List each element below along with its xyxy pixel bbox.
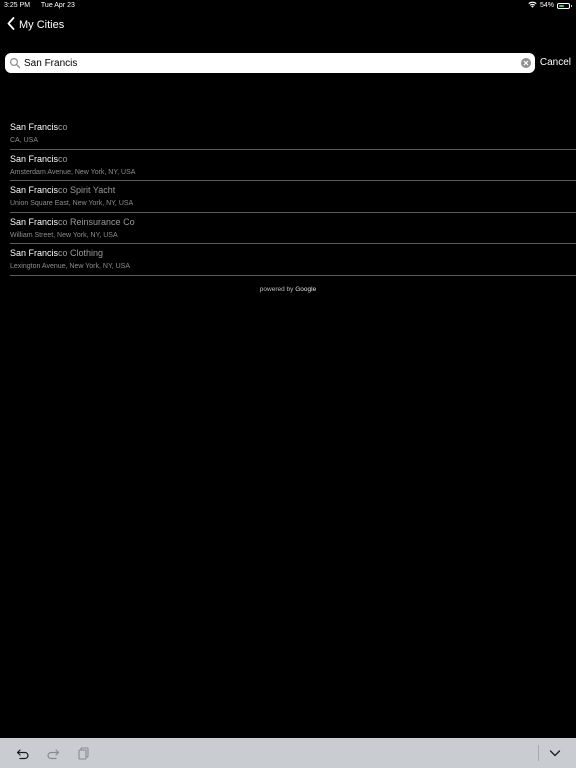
result-title: San Francisco [10, 154, 68, 164]
result-subtitle: Lexington Avenue, New York, NY, USA [10, 263, 130, 270]
result-item[interactable]: San Francisco CA, USA [10, 118, 576, 150]
result-subtitle: CA, USA [10, 137, 39, 144]
result-subtitle: Amsterdam Avenue, New York, NY, USA [10, 168, 136, 176]
result-title: San Francisco Clothing [10, 248, 103, 258]
back-label: My Cities [19, 19, 65, 31]
status-right: 54% [528, 1, 572, 10]
search-row: Cancel [5, 53, 571, 73]
toolbar-divider [538, 745, 539, 761]
result-title-rest: co Clothing [58, 248, 104, 258]
result-title-match: San Francis [10, 248, 59, 258]
search-icon [9, 57, 21, 69]
result-title-match: San Francis [10, 153, 59, 164]
keyboard-toolbar [0, 738, 576, 768]
result-title-match: San Francis [10, 185, 59, 195]
result-title-rest: co Reinsurance Co [58, 216, 135, 227]
result-title-match: San Francis [10, 122, 59, 132]
chevron-down-icon[interactable] [548, 746, 562, 760]
back-button[interactable]: My Cities [7, 17, 64, 33]
result-title-match: San Francis [10, 216, 59, 227]
result-item[interactable]: San Francisco Spirit Yacht Union Square … [10, 181, 576, 213]
result-title: San Francisco [10, 122, 68, 132]
status-bar: 3:25 PM Tue Apr 23 54% [0, 0, 576, 12]
status-time: 3:25 PM [4, 2, 31, 9]
status-date: Tue Apr 23 [40, 2, 75, 9]
chevron-left-icon [7, 17, 15, 33]
redo-icon[interactable] [46, 746, 60, 760]
powered-by-attribution: powered by Google [0, 286, 576, 293]
clipboard-icon[interactable] [77, 746, 91, 760]
result-title: San Francisco Spirit Yacht [10, 185, 115, 195]
result-subtitle: William Street, New York, NY, USA [10, 231, 118, 239]
search-field[interactable] [5, 53, 535, 73]
result-title-rest: co [58, 122, 68, 132]
result-item[interactable]: San Francisco Clothing Lexington Avenue,… [10, 244, 576, 276]
screen: 3:25 PM Tue Apr 23 54% My Cities San Fra… [0, 0, 576, 768]
clear-icon[interactable] [521, 58, 531, 68]
result-title: San Francisco Reinsurance Co [10, 217, 135, 227]
battery-percent: 54% [539, 2, 554, 9]
result-title-rest: co Spirit Yacht [58, 185, 116, 195]
powered-by-text: powered by [259, 286, 296, 293]
cancel-button[interactable]: Cancel [540, 57, 571, 68]
search-input[interactable] [24, 54, 521, 72]
result-subtitle: Union Square East, New York, NY, USA [10, 200, 134, 207]
undo-icon[interactable] [16, 746, 30, 760]
result-title-rest: co [58, 153, 68, 164]
wifi-icon [528, 1, 537, 10]
results-list: San Francisco CA, USA San Francisco Amst… [0, 118, 576, 276]
battery-icon [557, 2, 572, 9]
google-logo: Google [295, 286, 317, 293]
result-item[interactable]: San Francisco Amsterdam Avenue, New York… [10, 150, 576, 181]
status-left: 3:25 PM Tue Apr 23 [4, 2, 84, 9]
result-item[interactable]: San Francisco Reinsurance Co William Str… [10, 213, 576, 244]
battery-level [559, 4, 564, 7]
